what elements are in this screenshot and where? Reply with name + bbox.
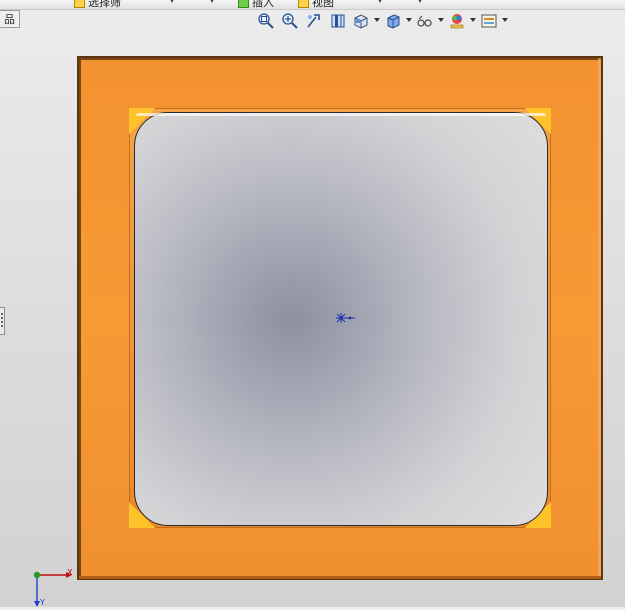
reference-triad: X Y (28, 566, 76, 607)
model-edge-bottom (79, 576, 601, 579)
triad-x-label: X (67, 568, 73, 577)
triad-y-label: Y (40, 598, 45, 607)
origin-icon (336, 313, 355, 323)
model-edge-right (598, 58, 601, 578)
opening-top-edge-highlight (136, 113, 546, 116)
